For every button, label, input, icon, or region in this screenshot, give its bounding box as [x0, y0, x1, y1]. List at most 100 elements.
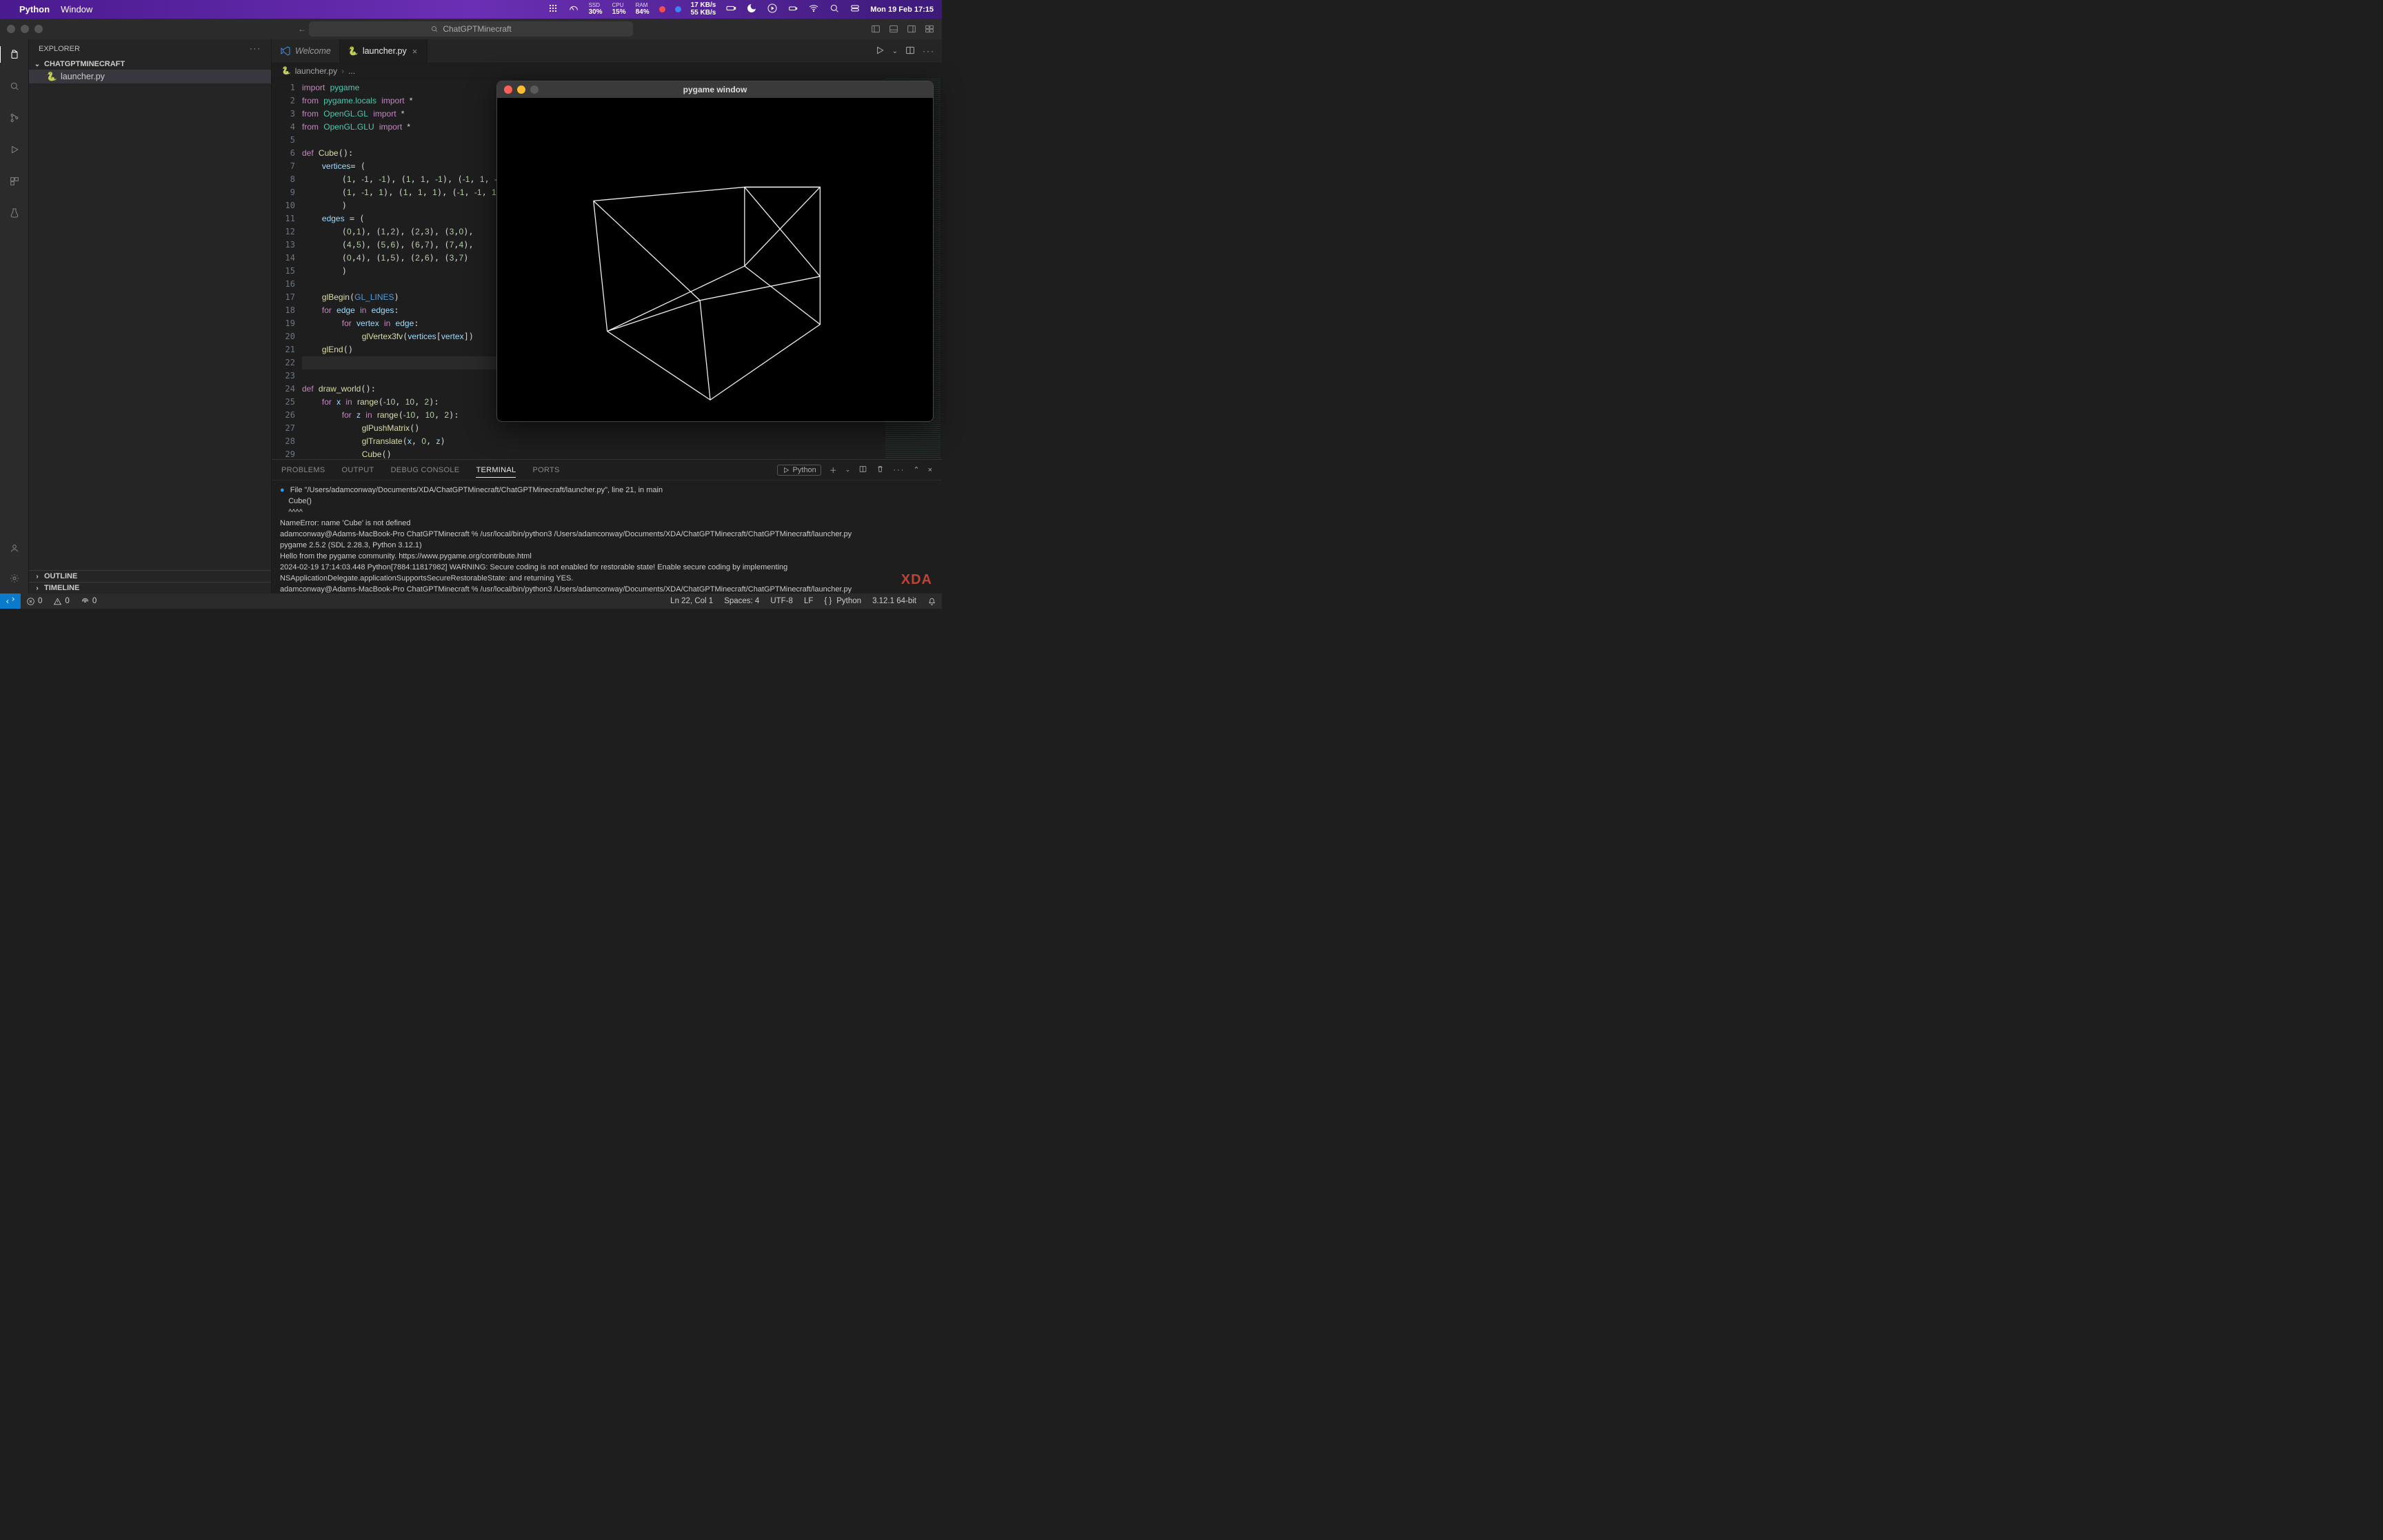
bottom-panel: PROBLEMS OUTPUT DEBUG CONSOLE TERMINAL P… — [272, 459, 942, 594]
status-errors[interactable]: 0 — [21, 597, 48, 606]
status-interpreter[interactable]: 3.12.1 64-bit — [867, 597, 922, 606]
layout-right-icon[interactable] — [906, 23, 917, 34]
net-stat: 17 KB/s55 KB/s — [691, 2, 716, 17]
panel-tab-debug[interactable]: DEBUG CONSOLE — [391, 466, 460, 474]
gauge-icon[interactable] — [568, 3, 579, 16]
breadcrumb[interactable]: 🐍 launcher.py › ... — [272, 63, 942, 79]
status-notifications-icon[interactable] — [922, 597, 942, 606]
play-circle-icon[interactable] — [767, 3, 778, 16]
spotlight-icon[interactable] — [829, 3, 840, 16]
chevron-right-icon: › — [33, 585, 41, 592]
vscode-icon — [280, 45, 291, 57]
file-launcher-py[interactable]: 🐍 launcher.py — [29, 70, 271, 83]
cpu-stat: CPU15% — [612, 3, 626, 16]
chevron-right-icon: › — [341, 66, 344, 76]
layout-left-icon[interactable] — [870, 23, 881, 34]
editor-more-icon[interactable]: ··· — [923, 46, 935, 56]
panel-tab-output[interactable]: OUTPUT — [342, 466, 374, 474]
chevron-right-icon: › — [33, 573, 41, 580]
tab-label: Welcome — [295, 46, 331, 56]
panel-tab-ports[interactable]: PORTS — [532, 466, 559, 474]
split-editor-icon[interactable] — [905, 45, 916, 58]
project-root[interactable]: ⌄ CHATGPTMINECRAFT — [29, 59, 271, 70]
terminal-shell-badge[interactable]: Python — [777, 465, 821, 476]
status-ports[interactable]: 0 — [75, 597, 102, 606]
battery-small-icon[interactable] — [787, 3, 798, 16]
chevron-down-icon: ⌄ — [33, 61, 41, 68]
remote-indicator[interactable] — [0, 594, 21, 609]
battery-icon[interactable] — [725, 3, 736, 16]
terminal-output[interactable]: ● File "/Users/adamconway/Documents/XDA/… — [272, 480, 942, 594]
watermark: XDA — [901, 572, 932, 588]
timeline-section[interactable]: › TIMELINE — [29, 582, 271, 594]
status-eol[interactable]: LF — [798, 597, 818, 606]
status-dot-blue — [675, 6, 681, 12]
activity-extensions-icon[interactable] — [6, 173, 23, 190]
cube-wireframe — [497, 98, 933, 421]
activity-testing-icon[interactable] — [6, 205, 23, 221]
explorer-title: EXPLORER — [39, 45, 80, 53]
pygame-titlebar[interactable]: pygame window — [497, 81, 933, 98]
pygame-window[interactable]: pygame window — [496, 81, 934, 422]
ssd-stat: SSD30% — [589, 3, 603, 16]
tab-label: launcher.py — [363, 46, 407, 56]
file-name: launcher.py — [61, 72, 105, 81]
project-name: CHATGPTMINECRAFT — [44, 60, 125, 68]
panel-more-icon[interactable]: ··· — [893, 466, 905, 474]
status-encoding[interactable]: UTF-8 — [765, 597, 798, 606]
status-dot-red — [659, 6, 665, 12]
panel-maximize-icon[interactable]: ⌃ — [913, 465, 919, 474]
run-dropdown-icon[interactable]: ⌄ — [892, 48, 898, 55]
panel-close-icon[interactable]: × — [928, 466, 932, 474]
editor-tabs: Welcome 🐍 launcher.py × ⌄ ··· — [272, 39, 942, 63]
activity-account-icon[interactable] — [6, 540, 23, 556]
python-file-icon: 🐍 — [348, 46, 359, 56]
pygame-traffic-lights[interactable] — [504, 85, 539, 94]
python-file-icon: 🐍 — [281, 66, 291, 75]
python-file-icon: 🐍 — [47, 72, 57, 81]
command-center[interactable]: ChatGPTMinecraft — [309, 21, 633, 37]
status-bar: 0 0 0 Ln 22, Col 1 Spaces: 4 UTF-8 LF { … — [0, 594, 942, 609]
ram-stat: RAM84% — [636, 3, 650, 16]
status-warnings[interactable]: 0 — [48, 597, 74, 606]
breadcrumb-file: launcher.py — [295, 66, 337, 76]
moon-icon[interactable] — [746, 3, 757, 16]
datetime[interactable]: Mon 19 Feb 17:15 — [870, 6, 934, 14]
terminal-new-icon[interactable]: ＋ — [829, 465, 837, 476]
menu-window[interactable]: Window — [61, 4, 92, 14]
tab-welcome[interactable]: Welcome — [272, 39, 340, 63]
status-spaces[interactable]: Spaces: 4 — [718, 597, 765, 606]
layout-bottom-icon[interactable] — [888, 23, 899, 34]
tab-launcher-py[interactable]: 🐍 launcher.py × — [340, 39, 428, 63]
terminal-split-icon[interactable] — [858, 465, 867, 476]
status-ln-col[interactable]: Ln 22, Col 1 — [665, 597, 718, 606]
grid-icon[interactable] — [547, 3, 559, 16]
window-traffic-lights[interactable] — [7, 25, 43, 33]
status-language[interactable]: { }Python — [818, 597, 867, 606]
search-placeholder: ChatGPTMinecraft — [443, 24, 511, 34]
activity-search-icon[interactable] — [6, 78, 23, 94]
panel-tab-problems[interactable]: PROBLEMS — [281, 466, 325, 474]
control-center-icon[interactable] — [849, 3, 861, 16]
panel-tab-terminal[interactable]: TERMINAL — [476, 466, 516, 478]
explorer-more-icon[interactable]: ··· — [250, 45, 261, 53]
wifi-icon[interactable] — [808, 3, 819, 16]
outline-section[interactable]: › OUTLINE — [29, 570, 271, 582]
activity-source-control-icon[interactable] — [6, 110, 23, 126]
nav-back-icon[interactable]: ← — [295, 23, 309, 35]
activity-run-debug-icon[interactable] — [6, 141, 23, 158]
layout-grid-icon[interactable] — [924, 23, 935, 34]
vscode-titlebar: ← → ChatGPTMinecraft — [0, 19, 942, 39]
app-name[interactable]: Python — [19, 4, 50, 14]
terminal-dropdown-icon[interactable]: ⌄ — [845, 466, 851, 474]
activity-bar — [0, 39, 29, 594]
terminal-kill-icon[interactable] — [876, 465, 885, 476]
line-gutter: 1234567891011121314151617181920212223242… — [272, 79, 302, 459]
activity-explorer-icon[interactable] — [0, 46, 28, 63]
run-button[interactable] — [874, 45, 885, 58]
breadcrumb-symbol: ... — [348, 66, 355, 76]
macos-menubar: Python Window SSD30% CPU15% RAM84% 17 KB… — [0, 0, 942, 19]
timeline-label: TIMELINE — [44, 584, 79, 592]
tab-close-icon[interactable]: × — [411, 46, 419, 57]
activity-settings-icon[interactable] — [6, 570, 23, 587]
